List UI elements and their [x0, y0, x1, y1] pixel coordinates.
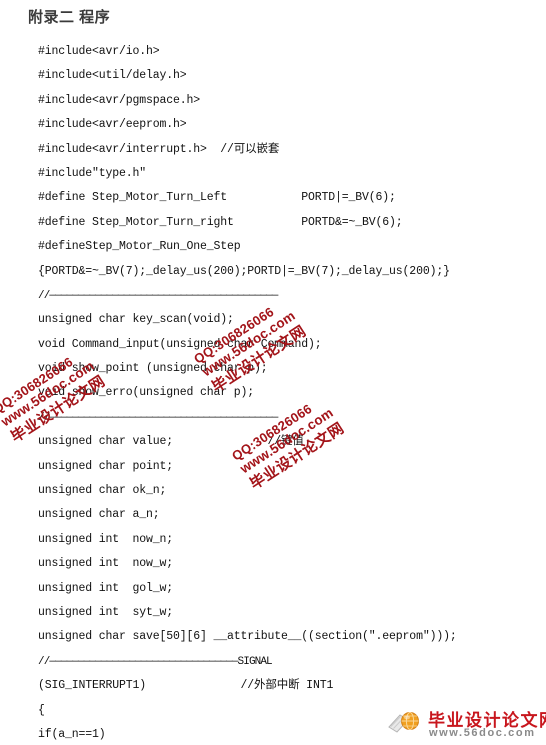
code-line: unsigned int gol_w; [38, 581, 174, 595]
code-line: unsigned int syt_w; [38, 605, 174, 619]
code-line: #include<avr/interrupt.h> //可以嵌套 [38, 142, 280, 156]
book-globe-icon [388, 708, 424, 736]
code-line: #defineStep_Motor_Run_One_Step [38, 240, 241, 254]
code-line: unsigned int now_n; [38, 532, 174, 546]
code-line: #include<avr/io.h> [38, 45, 160, 58]
code-line: //—————————————————————————————————SIGNA… [38, 655, 273, 668]
code-line: void show_erro(unsigned char p); [38, 386, 255, 400]
code-line: #define Step_Motor_Turn_Left PORTD|=_BV(… [38, 191, 396, 205]
code-line: unsigned char key_scan(void); [38, 313, 234, 327]
code-line: void show_point (unsigned char p); [38, 362, 268, 376]
code-listing: #include<avr/io.h> #include<util/delay.h>… [38, 40, 538, 745]
code-line: unsigned int now_w; [38, 557, 174, 571]
code-line: #include<util/delay.h> [38, 69, 187, 83]
code-line: //——————————————————————————————————————… [38, 411, 278, 424]
page-title: 附录二 程序 [28, 9, 111, 26]
code-line: void Command_input(unsigned char Command… [38, 337, 322, 351]
code-line: #include<avr/pgmspace.h> [38, 93, 201, 107]
code-line: unsigned char save[50][6] __attribute__(… [38, 630, 457, 644]
code-line: #include"type.h" [38, 166, 147, 180]
code-line: #define Step_Motor_Turn_right PORTD&=~_B… [38, 215, 403, 229]
site-logo[interactable]: 毕业设计论文网 www.56doc.com [388, 706, 546, 742]
code-line: #include<avr/eeprom.h> [38, 118, 187, 132]
code-line: (SIG_INTERRUPT1) //外部中断 INT1 [38, 679, 334, 693]
code-line: unsigned char a_n; [38, 508, 160, 522]
code-line: unsigned char point; [38, 459, 174, 473]
code-line: //——————————————————————————————————————… [38, 289, 278, 302]
site-logo-url: www.56doc.com [429, 727, 536, 739]
code-line: unsigned char value; //键值 [38, 435, 304, 449]
code-line: {PORTD&=~_BV(7);_delay_us(200);PORTD|=_B… [38, 264, 450, 278]
code-line: unsigned char ok_n; [38, 484, 167, 498]
document-page: 附录二 程序 #include<avr/io.h> #include<util/d… [0, 0, 546, 745]
